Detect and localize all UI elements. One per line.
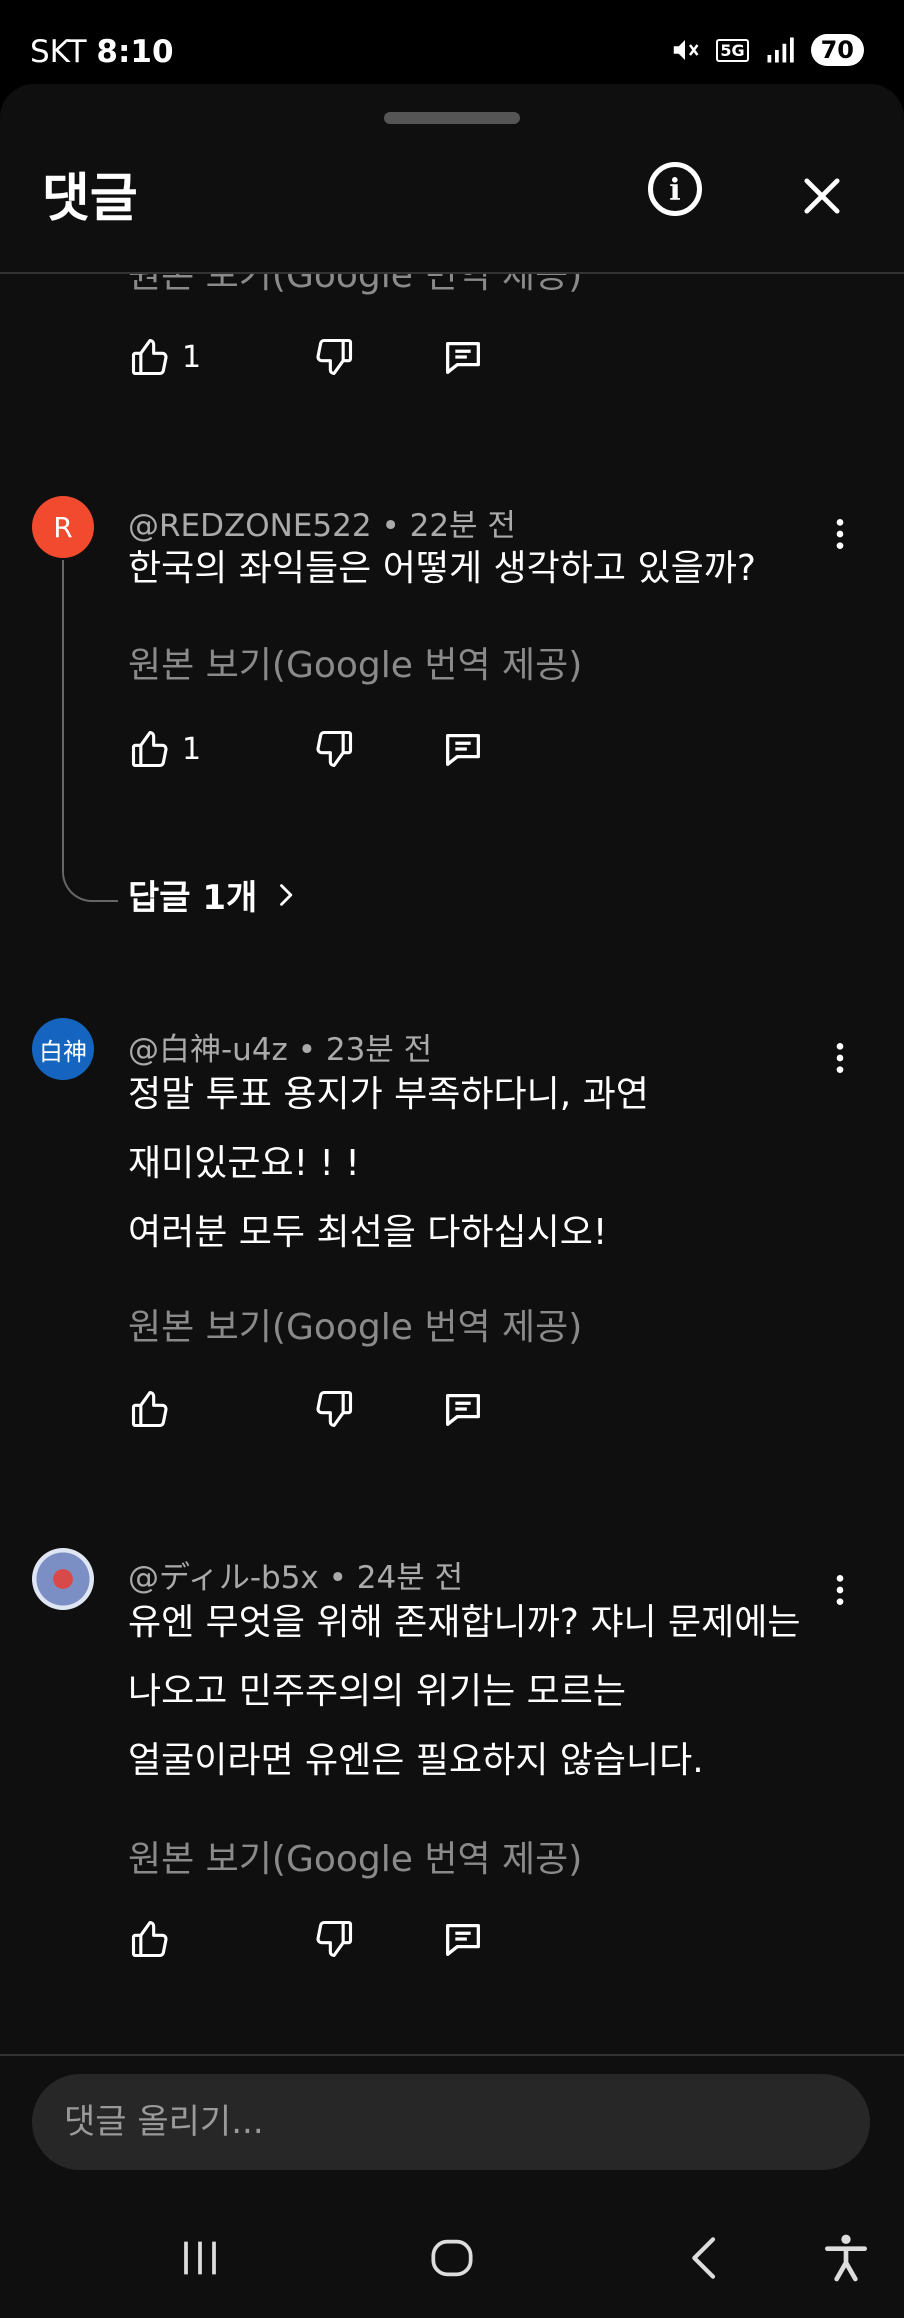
- comment-line: 재미있군요! ! !: [128, 1143, 360, 1184]
- avatar[interactable]: [32, 1548, 94, 1610]
- comment-text: 유엔 무엇을 위해 존재합니까? 쟈니 문제에는 나오고 민주주의의 위기는 모…: [128, 1588, 801, 1795]
- view-replies-button[interactable]: 답글 1개: [128, 870, 299, 919]
- like-icon[interactable]: [128, 727, 172, 771]
- like-count: 1: [182, 731, 202, 767]
- carrier: SKT: [30, 34, 87, 70]
- mute-icon: [674, 40, 699, 60]
- status-left: SKT 8:10: [30, 34, 174, 70]
- like-icon[interactable]: [128, 335, 172, 379]
- comment-line: 여러분 모두 최선을 다하십시오!: [128, 1212, 608, 1253]
- more-options-icon[interactable]: [820, 1038, 860, 1078]
- drag-handle[interactable]: [384, 112, 520, 124]
- recents-icon[interactable]: [172, 2230, 228, 2286]
- comment-list[interactable]: 원본 보기(Google 번역 제공) 1 R @REDZONE522 • 22…: [0, 274, 904, 2054]
- more-options-icon[interactable]: [820, 1570, 860, 1610]
- comment-line: 얼굴이라면 유엔은 필요하지 않습니다.: [128, 1740, 704, 1781]
- dislike-icon[interactable]: [312, 1917, 356, 1961]
- clock: 8:10: [96, 34, 174, 70]
- comments-sheet: 댓글 i 원본 보기(Google 번역 제공) 1 R @REDZONE522…: [0, 84, 904, 2316]
- translate-link[interactable]: 원본 보기(Google 번역 제공): [128, 1298, 582, 1350]
- dislike-icon[interactable]: [312, 1387, 356, 1431]
- more-options-icon[interactable]: [820, 514, 860, 554]
- info-icon[interactable]: i: [648, 162, 702, 216]
- avatar[interactable]: R: [32, 496, 94, 558]
- comment-line: 유엔 무엇을 위해 존재합니까? 쟈니 문제에는: [128, 1602, 801, 1643]
- 5g-icon: 5G: [716, 38, 749, 62]
- dislike-icon[interactable]: [312, 335, 356, 379]
- thread-connector: [62, 560, 118, 902]
- reply-icon[interactable]: [440, 1916, 486, 1962]
- action-row: 1: [128, 332, 486, 382]
- comment-line: 정말 투표 용지가 부족하다니, 과연: [128, 1074, 649, 1115]
- comment-text: 정말 투표 용지가 부족하다니, 과연 재미있군요! ! ! 여러분 모두 최선…: [128, 1060, 649, 1267]
- chevron-right-icon: [280, 883, 293, 906]
- replies-count: 답글 1개: [128, 878, 258, 918]
- avatar[interactable]: 白神: [32, 1018, 94, 1080]
- translate-link[interactable]: 원본 보기(Google 번역 제공): [128, 636, 582, 688]
- status-icons: 5G 70: [670, 34, 864, 66]
- reply-icon[interactable]: [440, 334, 486, 380]
- sheet-title: 댓글: [42, 169, 138, 229]
- comment-line: 나오고 민주주의의 위기는 모르는: [128, 1671, 627, 1712]
- comment-line: 한국의 좌익들은 어떻게 생각하고 있을까?: [128, 548, 756, 589]
- action-row: 1: [128, 724, 486, 774]
- system-nav-bar: [0, 2200, 904, 2316]
- close-icon[interactable]: [796, 170, 848, 222]
- home-icon[interactable]: [424, 2230, 480, 2286]
- status-bar: SKT 8:10 5G 70: [0, 0, 904, 84]
- back-icon[interactable]: [678, 2230, 734, 2286]
- dislike-icon[interactable]: [312, 727, 356, 771]
- action-row: [128, 1914, 486, 1964]
- sheet-header: 댓글 i: [0, 84, 904, 274]
- translate-link-partial[interactable]: 원본 보기(Google 번역 제공): [128, 274, 582, 298]
- accessibility-icon[interactable]: [818, 2230, 874, 2286]
- like-icon[interactable]: [128, 1387, 172, 1431]
- signal-icon: [767, 37, 794, 63]
- comment-input[interactable]: [32, 2074, 870, 2170]
- translate-link[interactable]: 원본 보기(Google 번역 제공): [128, 1830, 582, 1882]
- reply-icon[interactable]: [440, 1386, 486, 1432]
- like-count: 1: [182, 339, 202, 375]
- action-row: [128, 1384, 486, 1434]
- like-icon[interactable]: [128, 1917, 172, 1961]
- reply-icon[interactable]: [440, 726, 486, 772]
- battery-icon: 70: [810, 34, 864, 66]
- comment-text: 한국의 좌익들은 어떻게 생각하고 있을까?: [128, 534, 756, 603]
